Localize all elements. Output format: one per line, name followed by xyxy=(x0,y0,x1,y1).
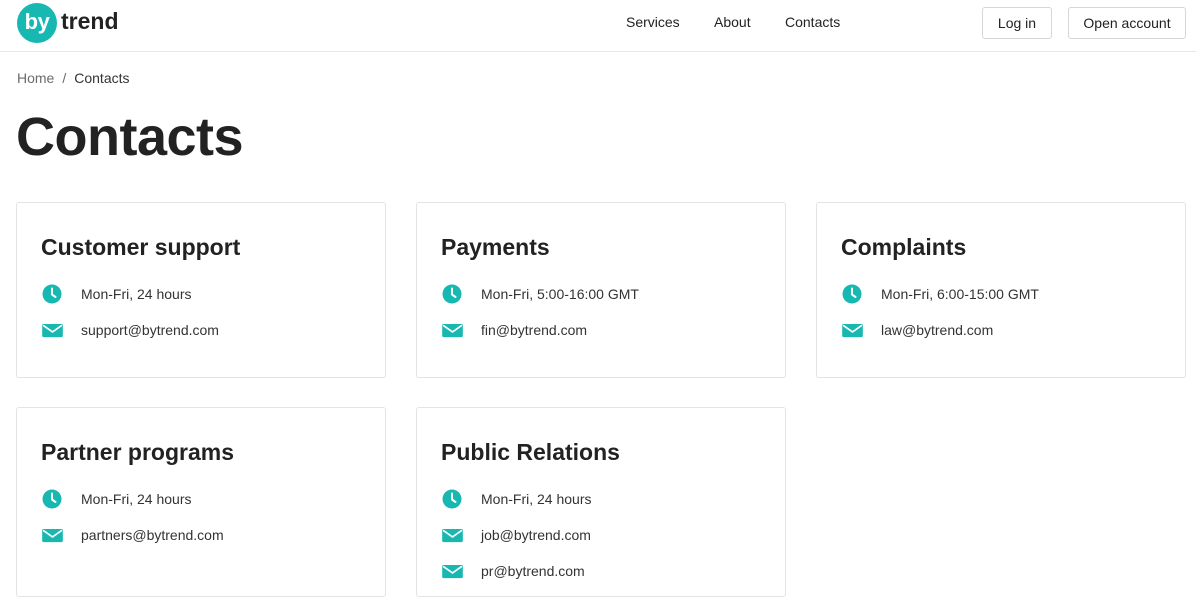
envelope-icon xyxy=(441,320,463,340)
hours-row: Mon-Fri, 5:00-16:00 GMT xyxy=(441,284,639,304)
card-title: Payments xyxy=(441,234,550,260)
email-link[interactable]: fin@bytrend.com xyxy=(481,322,587,338)
envelope-icon xyxy=(441,561,463,581)
email-row: law@bytrend.com xyxy=(841,320,993,340)
hours-row: Mon-Fri, 6:00-15:00 GMT xyxy=(841,284,1039,304)
email-row: job@bytrend.com xyxy=(441,525,591,545)
envelope-icon xyxy=(41,525,63,545)
breadcrumb-home[interactable]: Home xyxy=(17,70,54,86)
clock-icon xyxy=(841,284,863,304)
contact-card-complaints: Complaints Mon-Fri, 6:00-15:00 GMT law@b… xyxy=(816,202,1186,378)
email-link[interactable]: pr@bytrend.com xyxy=(481,563,585,579)
envelope-icon xyxy=(441,525,463,545)
email-row: partners@bytrend.com xyxy=(41,525,224,545)
card-title: Customer support xyxy=(41,234,241,260)
logo-mark: by xyxy=(17,3,57,43)
card-title: Partner programs xyxy=(41,439,235,465)
hours-text: Mon-Fri, 24 hours xyxy=(81,491,192,507)
contact-card-public-relations: Public Relations Mon-Fri, 24 hours job@b… xyxy=(416,407,786,597)
logo-word: trend xyxy=(61,8,119,34)
envelope-icon xyxy=(841,320,863,340)
contact-card-payments: Payments Mon-Fri, 5:00-16:00 GMT fin@byt… xyxy=(416,202,786,378)
page-title: Contacts xyxy=(16,107,244,167)
clock-icon xyxy=(41,489,63,509)
nav-item-contacts[interactable]: Contacts xyxy=(785,13,840,31)
clock-icon xyxy=(441,284,463,304)
clock-icon xyxy=(441,489,463,509)
email-link[interactable]: support@bytrend.com xyxy=(81,322,219,338)
nav-item-services[interactable]: Services xyxy=(626,13,680,31)
bytrend-logo[interactable]: by trend xyxy=(17,3,119,43)
hours-text: Mon-Fri, 24 hours xyxy=(81,286,192,302)
breadcrumb-separator: / xyxy=(62,70,67,86)
site-header: by trend Services About Contacts Log in … xyxy=(0,0,1196,52)
clock-icon xyxy=(41,284,63,304)
contact-card-customer-support: Customer support Mon-Fri, 24 hours suppo… xyxy=(16,202,386,378)
card-title: Public Relations xyxy=(441,439,620,465)
email-row: fin@bytrend.com xyxy=(441,320,587,340)
email-row: pr@bytrend.com xyxy=(441,561,585,581)
email-link[interactable]: law@bytrend.com xyxy=(881,322,993,338)
email-row: support@bytrend.com xyxy=(41,320,219,340)
hours-text: Mon-Fri, 24 hours xyxy=(481,491,592,507)
hours-row: Mon-Fri, 24 hours xyxy=(41,284,191,304)
breadcrumb: Home / Contacts xyxy=(17,70,130,86)
email-link[interactable]: partners@bytrend.com xyxy=(81,527,224,543)
card-title: Complaints xyxy=(841,234,967,260)
hours-row: Mon-Fri, 24 hours xyxy=(41,489,191,509)
envelope-icon xyxy=(41,320,63,340)
hours-text: Mon-Fri, 5:00-16:00 GMT xyxy=(481,286,639,302)
login-button[interactable]: Log in xyxy=(982,7,1052,39)
contact-card-partner-programs: Partner programs Mon-Fri, 24 hours partn… xyxy=(16,407,386,597)
nav-item-about[interactable]: About xyxy=(714,13,751,31)
hours-text: Mon-Fri, 6:00-15:00 GMT xyxy=(881,286,1039,302)
hours-row: Mon-Fri, 24 hours xyxy=(441,489,591,509)
breadcrumb-current: Contacts xyxy=(74,70,130,86)
open-account-button[interactable]: Open account xyxy=(1068,7,1186,39)
email-link[interactable]: job@bytrend.com xyxy=(481,527,591,543)
